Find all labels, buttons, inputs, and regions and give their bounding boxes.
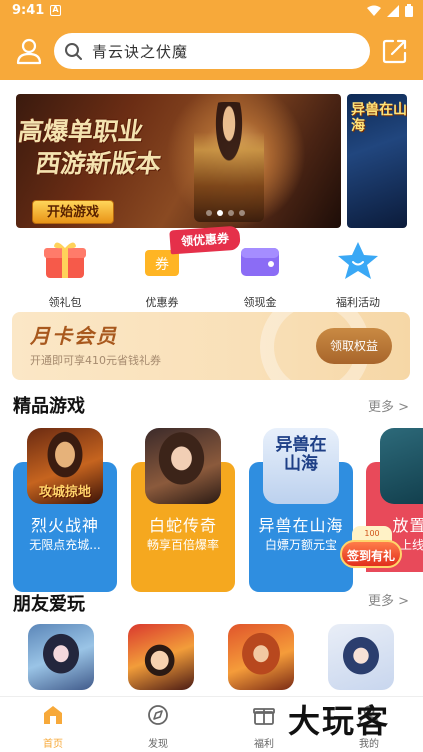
banner-dot[interactable] xyxy=(239,210,245,216)
featured-title: 精品游戏 xyxy=(13,396,85,417)
search-bar[interactable]: 青云诀之伏魔 xyxy=(54,33,370,69)
friends-more-link[interactable]: 更多 > xyxy=(368,590,409,609)
battery-icon xyxy=(405,4,413,17)
signin-badge[interactable]: 签到有礼 xyxy=(340,540,402,568)
banner-hero-image xyxy=(194,102,264,222)
banner-next-title: 异兽在山海 xyxy=(351,102,407,134)
game-icon: 攻城掠地 xyxy=(27,428,103,504)
share-icon[interactable] xyxy=(381,37,409,65)
star-icon xyxy=(338,242,378,279)
signal-icon xyxy=(387,4,399,17)
wallet-icon xyxy=(241,248,279,276)
monthly-card-subtitle: 开通即可享410元省钱礼券 xyxy=(30,354,161,367)
monthly-card-title: 月卡会员 xyxy=(30,324,118,348)
search-placeholder: 青云诀之伏魔 xyxy=(92,42,189,61)
game-icon-label: 攻城掠地 xyxy=(38,485,91,500)
quick-label: 领礼包 xyxy=(48,296,82,309)
quick-label: 优惠券 xyxy=(145,296,179,309)
friend-game-icon[interactable] xyxy=(128,624,194,690)
game-icon-label: 异兽在山海 xyxy=(275,435,327,474)
game-icon xyxy=(380,428,423,504)
friend-game-icon[interactable] xyxy=(28,624,94,690)
game-icon: 异兽在山海 xyxy=(263,428,339,504)
status-bar: 9:41 A xyxy=(0,0,423,22)
banner-dots xyxy=(206,210,245,216)
quick-label: 福利活动 xyxy=(336,296,380,309)
game-name: 异兽在山海 xyxy=(258,516,344,535)
quick-cash[interactable]: 领现金 xyxy=(220,240,300,310)
start-game-button[interactable]: 开始游戏 xyxy=(32,200,114,224)
game-name: 白蛇传奇 xyxy=(148,516,217,535)
app-header: 青云诀之伏魔 xyxy=(0,22,423,80)
nav-label: 首页 xyxy=(43,739,63,750)
watermark-text: 大玩客 xyxy=(288,702,391,740)
banner-dot[interactable] xyxy=(228,210,234,216)
notification-icon: A xyxy=(50,5,61,16)
monthly-card-banner[interactable]: 月卡会员 开通即可享410元省钱礼券 领取权益 xyxy=(12,312,410,380)
game-desc: 白嫖万额元宝 xyxy=(264,538,337,552)
game-name: 烈火战神 xyxy=(30,516,99,535)
game-desc: 畅享百倍爆率 xyxy=(146,538,219,552)
banner-next-slide[interactable]: 异兽在山海 xyxy=(347,94,407,228)
friend-game-icon[interactable] xyxy=(228,624,294,690)
status-icons xyxy=(367,4,413,17)
nav-discover[interactable]: 发现 xyxy=(123,703,193,750)
game-desc: 无限点充城... xyxy=(29,538,101,552)
claim-benefits-button[interactable]: 领取权益 xyxy=(316,328,392,364)
search-icon xyxy=(65,43,82,60)
banner-dot[interactable] xyxy=(206,210,212,216)
status-time: 9:41 xyxy=(12,3,45,18)
discover-icon xyxy=(148,705,168,725)
game-card[interactable]: 白蛇传奇 畅享百倍爆率 xyxy=(131,428,235,592)
coupon-badge[interactable]: 领优惠券 xyxy=(169,225,241,255)
nav-home[interactable]: 首页 xyxy=(18,703,88,750)
wifi-icon xyxy=(367,5,381,16)
featured-more-link[interactable]: 更多 > xyxy=(368,396,409,415)
banner-dot-active[interactable] xyxy=(217,210,223,216)
game-card[interactable]: 攻城掠地 烈火战神 无限点充城... xyxy=(13,428,117,592)
banner-slogan-line2: 西游新版本 xyxy=(33,149,163,178)
quick-label: 领现金 xyxy=(243,296,277,309)
banner-slogan-line1: 高爆单职业 xyxy=(16,117,146,146)
gift-icon xyxy=(44,242,86,278)
friends-title: 朋友爱玩 xyxy=(13,594,85,615)
nav-label: 发现 xyxy=(148,739,168,750)
friend-game-icon[interactable] xyxy=(328,624,394,690)
banner-slogan: 高爆单职业 西游新版本 xyxy=(16,116,195,180)
home-icon xyxy=(44,706,62,724)
game-icon xyxy=(145,428,221,504)
user-icon[interactable] xyxy=(14,36,44,66)
quick-welfare[interactable]: 福利活动 xyxy=(318,240,398,310)
quick-gift[interactable]: 领礼包 xyxy=(25,240,105,310)
game-card[interactable]: 异兽在山海 异兽在山海 白嫖万额元宝 xyxy=(249,428,353,592)
svg-text:券: 券 xyxy=(155,257,169,273)
banner-slide[interactable]: 高爆单职业 西游新版本 开始游戏 xyxy=(16,94,341,228)
welfare-icon xyxy=(253,708,275,725)
